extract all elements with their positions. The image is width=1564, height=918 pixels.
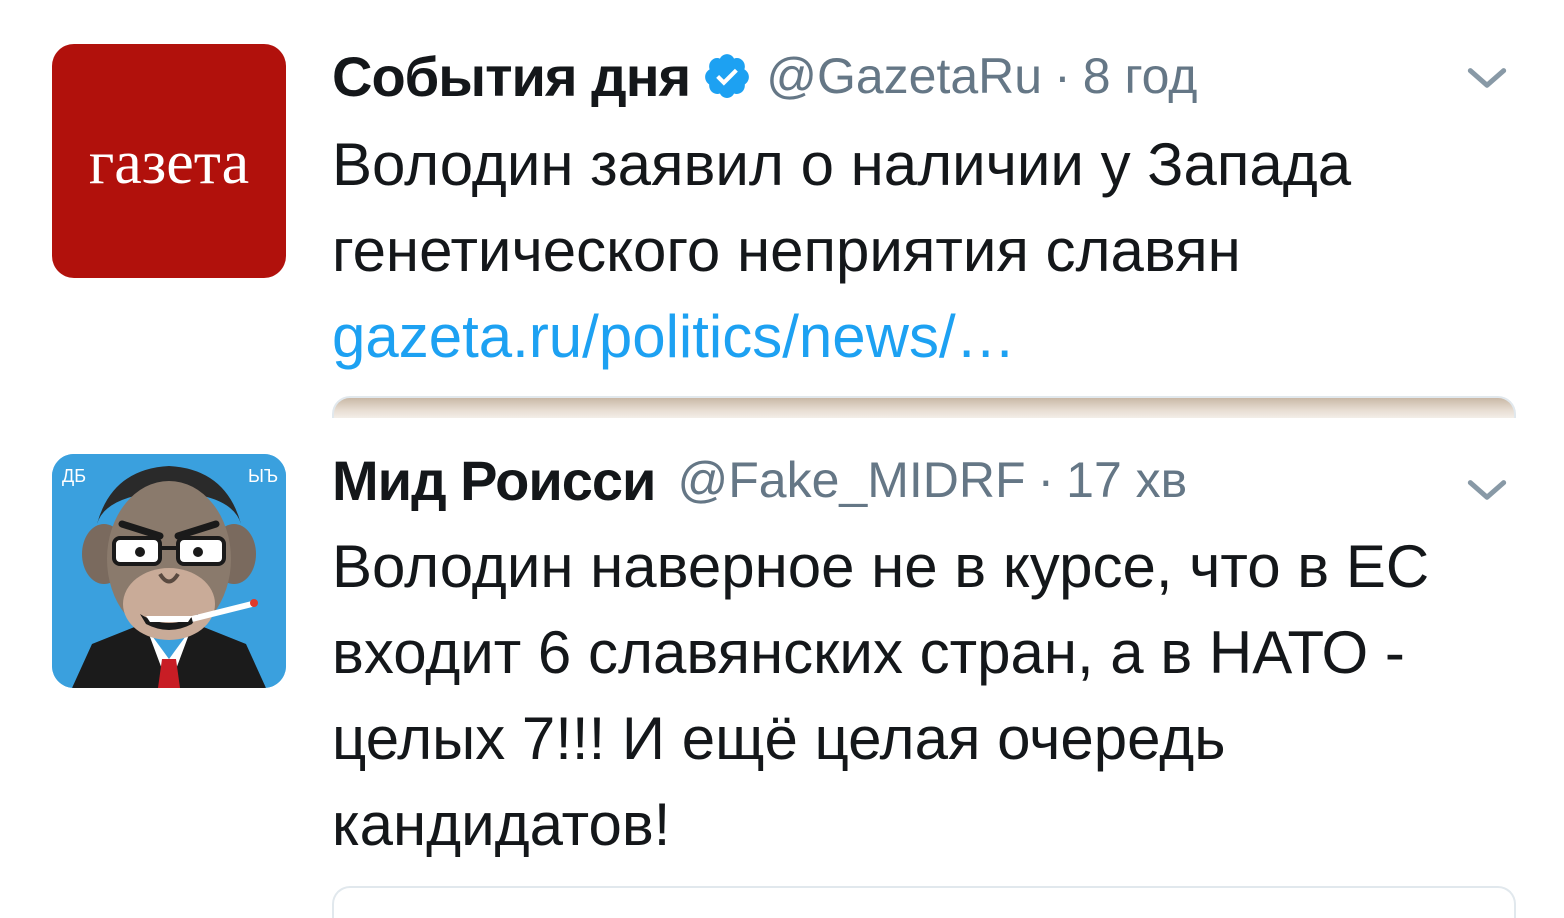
display-name[interactable]: События дня (332, 44, 691, 109)
chevron-down-icon[interactable] (1462, 466, 1512, 516)
svg-text:ЫЪ: ЫЪ (248, 466, 278, 486)
handle[interactable]: @Fake_MIDRF (677, 451, 1025, 509)
tweet-text-line: Володин наверное не в курсе, что в ЕС (332, 533, 1430, 600)
svg-text:ДБ: ДБ (62, 466, 86, 486)
tweet[interactable]: ДБ ЫЪ Мид Роисси @Fake_MIDRF · 17 хв Вол… (0, 420, 1564, 918)
tweet-link[interactable]: gazeta.ru/politics/news/… (332, 294, 1512, 380)
tweet-text-line: генетического неприятия славян (332, 217, 1241, 284)
tweet-content: События дня @GazetaRu · 8 год Володин за… (332, 40, 1512, 380)
avatar-logo-text: газета (88, 129, 250, 197)
handle[interactable]: @GazetaRu (766, 47, 1042, 105)
caricature-avatar-icon: ДБ ЫЪ (52, 454, 286, 688)
timestamp[interactable]: 8 год (1083, 47, 1198, 105)
tweet-header: События дня @GazetaRu · 8 год (332, 40, 1512, 112)
avatar[interactable]: газета (52, 44, 286, 278)
tweet-text-line: кандидатов! (332, 791, 671, 858)
tweet-text: Володин наверное не в курсе, что в ЕС вх… (332, 524, 1512, 868)
tweet-header: Мид Роисси @Fake_MIDRF · 17 хв (332, 444, 1512, 516)
separator-dot: · (1037, 452, 1055, 508)
chevron-down-icon[interactable] (1462, 54, 1512, 104)
avatar[interactable]: ДБ ЫЪ (52, 454, 286, 688)
tweet-text-line: целых 7!!! И ещё целая очередь (332, 705, 1226, 772)
tweet[interactable]: газета События дня @GazetaRu · 8 год Вол… (0, 0, 1564, 420)
display-name[interactable]: Мид Роисси (332, 448, 656, 513)
tweet-text-line: Володин заявил о наличии у Запада (332, 131, 1352, 198)
separator-dot: · (1054, 48, 1071, 104)
tweet-text: Володин заявил о наличии у Запада генети… (332, 122, 1512, 380)
media-card-preview[interactable] (332, 396, 1516, 418)
quoted-card-preview[interactable] (332, 886, 1516, 918)
verified-badge-icon (705, 54, 750, 98)
tweet-text-line: входит 6 славянских стран, а в НАТО - (332, 619, 1405, 686)
tweet-content: Мид Роисси @Fake_MIDRF · 17 хв Володин н… (332, 444, 1512, 868)
timestamp[interactable]: 17 хв (1066, 451, 1187, 509)
